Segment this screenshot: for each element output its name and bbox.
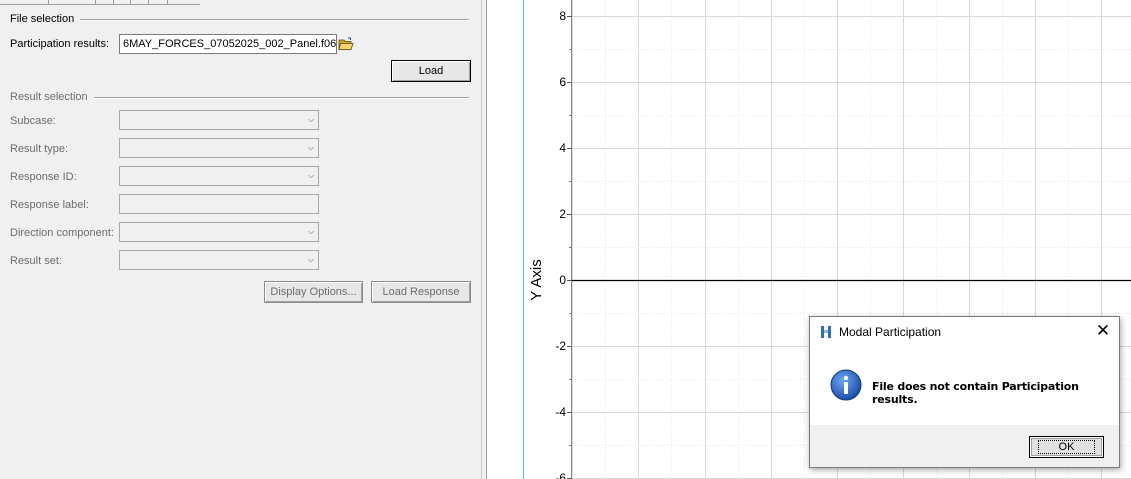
load-button[interactable]: Load	[391, 60, 471, 82]
result-set-label: Result set:	[10, 255, 62, 267]
participation-results-label: Participation results:	[10, 38, 110, 50]
direction-component-label: Direction component:	[10, 227, 114, 239]
y-tick-label: 6	[559, 75, 566, 89]
chevron-down-icon: ⌵	[307, 227, 315, 236]
folder-open-icon[interactable]	[338, 37, 354, 51]
result-type-label: Result type:	[10, 143, 69, 155]
response-id-dropdown[interactable]: ⌵	[119, 166, 319, 186]
tab-strip	[0, 0, 200, 5]
load-response-button[interactable]: Load Response	[371, 281, 471, 303]
left-panel: File selection Participation results: 6M…	[0, 0, 481, 479]
info-icon	[830, 369, 862, 401]
chevron-down-icon: ⌵	[307, 115, 315, 124]
y-tick-label: 4	[559, 141, 566, 155]
y-tick-label: -6	[555, 471, 566, 479]
modal-participation-dialog: Modal Participation ✕ File does not cont…	[809, 316, 1120, 468]
result-set-dropdown[interactable]: ⌵	[119, 250, 319, 270]
y-tick-label: 2	[559, 207, 566, 221]
chevron-down-icon: ⌵	[307, 255, 315, 264]
result-selection-title: Result selection	[10, 91, 94, 103]
chevron-down-icon: ⌵	[307, 143, 315, 152]
y-axis-label: Y Axis	[528, 259, 545, 300]
y-tick-label: 8	[559, 9, 566, 23]
response-label-label: Response label:	[10, 199, 89, 211]
dialog-message: File does not contain Participation resu…	[872, 380, 1079, 406]
file-selection-title: File selection	[10, 13, 81, 25]
subcase-label: Subcase:	[10, 115, 56, 127]
y-tick-label: -2	[555, 339, 566, 353]
subcase-dropdown[interactable]: ⌵	[119, 110, 319, 130]
ok-button[interactable]: OK	[1029, 436, 1104, 458]
direction-component-dropdown[interactable]: ⌵	[119, 222, 319, 242]
response-id-label: Response ID:	[10, 171, 77, 183]
dialog-footer: OK	[810, 425, 1119, 467]
result-type-dropdown[interactable]: ⌵	[119, 138, 319, 158]
ok-button-label: OK	[1037, 440, 1096, 454]
close-icon[interactable]: ✕	[1087, 317, 1119, 345]
y-tick-label: 0	[559, 273, 566, 287]
participation-results-input[interactable]: 6MAY_FORCES_07052025_002_Panel.f06	[119, 34, 337, 54]
chevron-down-icon: ⌵	[307, 171, 315, 180]
display-options-button[interactable]: Display Options...	[264, 281, 363, 303]
panel-splitter[interactable]	[481, 0, 487, 479]
hyperworks-logo-icon	[821, 326, 831, 338]
dialog-title: Modal Participation	[839, 325, 942, 339]
y-tick-label: -4	[555, 405, 566, 419]
response-label-input[interactable]	[119, 194, 319, 214]
